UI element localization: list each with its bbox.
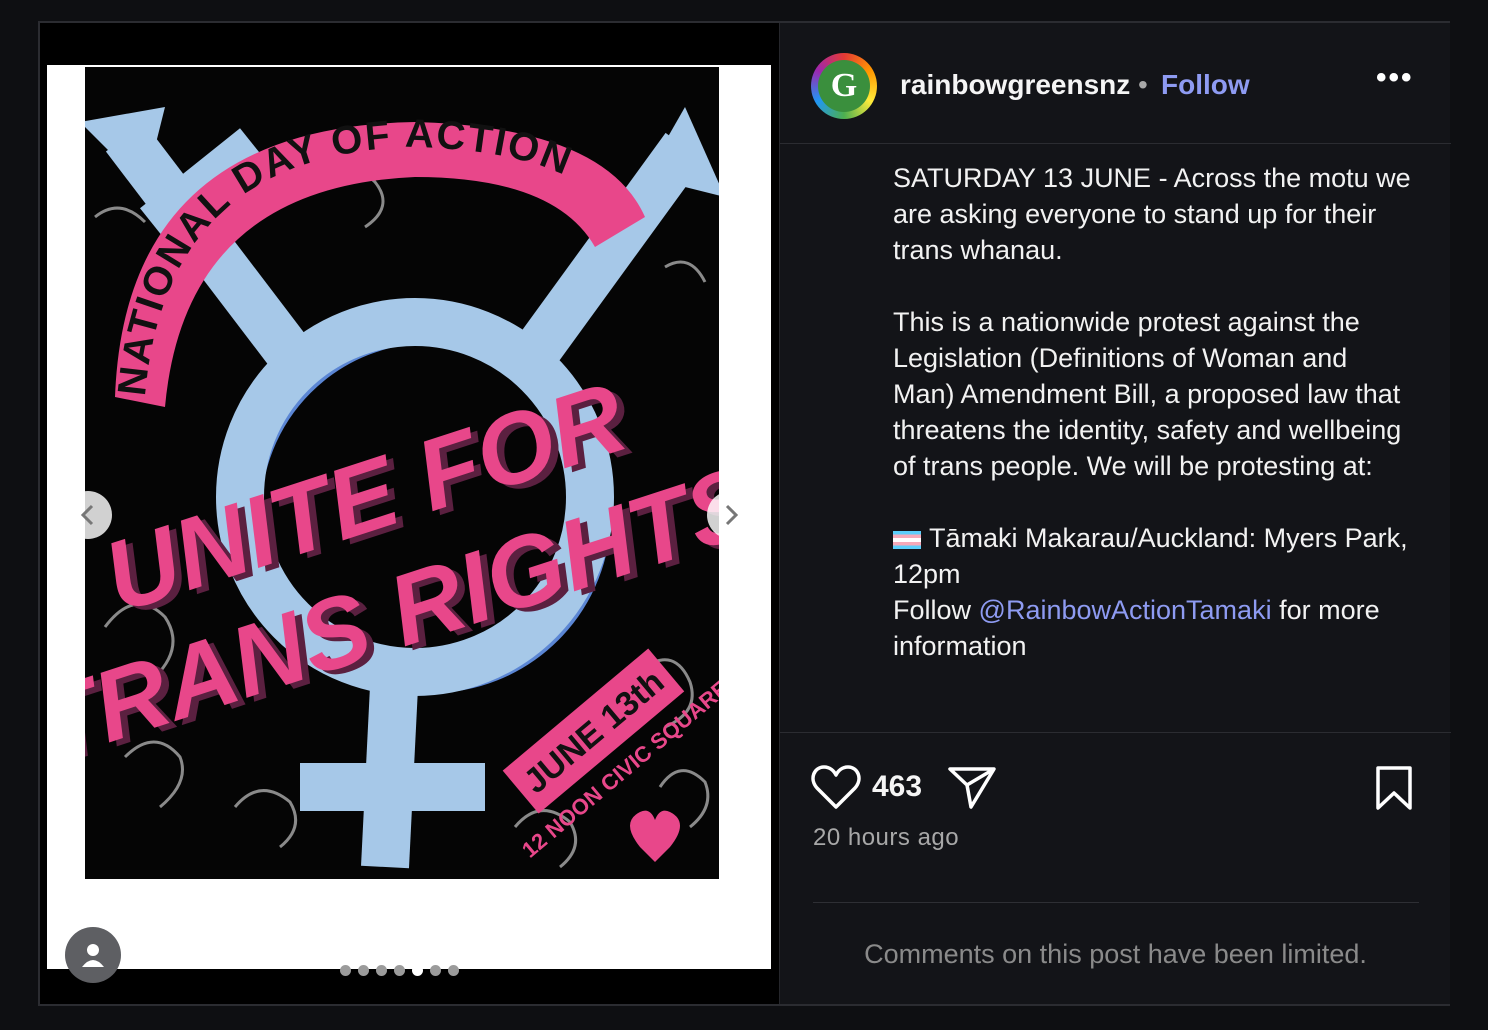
comments-limited-notice: Comments on this post have been limited. [864,939,1367,969]
username[interactable]: rainbowgreensnz [900,69,1130,101]
caption-paragraph-1: SATURDAY 13 JUNE - Across the motu we ar… [893,163,1411,265]
carousel-prev-button[interactable] [64,491,112,539]
post-caption: SATURDAY 13 JUNE - Across the motu we ar… [893,160,1413,664]
caption-follow-prefix: Follow [893,595,979,625]
divider [780,732,1451,733]
carousel-indicator [340,965,459,976]
carousel-dot [430,965,441,976]
follow-button[interactable]: Follow [1161,69,1250,101]
carousel-next-button[interactable] [707,491,755,539]
divider [813,902,1419,903]
post-media: NATIONAL DAY OF ACTION UNITE FOR UNITE F… [40,23,777,1004]
bookmark-icon[interactable] [1374,765,1414,811]
carousel-dot [340,965,351,976]
post-sidebar: G rainbowgreensnz • Follow ••• SATURDAY … [779,23,1451,1004]
caption-paragraph-2: This is a nationwide protest against the… [893,307,1402,481]
caption-follow-line: Follow @RainbowActionTamaki for more inf… [893,592,1413,664]
share-icon[interactable] [947,765,997,811]
user-icon [82,944,104,967]
post-header: G rainbowgreensnz • Follow ••• [780,23,1451,144]
poster-image: NATIONAL DAY OF ACTION UNITE FOR UNITE F… [85,67,719,879]
carousel-dot [448,965,459,976]
chevron-left-icon [80,504,94,526]
more-options-icon[interactable]: ••• [1376,61,1414,95]
avatar-logo: G [818,60,870,112]
chevron-right-icon [725,504,739,526]
avatar[interactable]: G [811,53,877,119]
carousel-dot [394,965,405,976]
caption-location: Tāmaki Makarau/Auckland: Myers Park, 12p… [893,520,1413,592]
tagged-people-button[interactable] [65,927,121,983]
trans-flag-icon [893,530,921,549]
like-count[interactable]: 463 [872,770,922,804]
caption-location-text: Tāmaki Makarau/Auckland: Myers Park, 12p… [893,523,1408,589]
carousel-dot [358,965,369,976]
post-timestamp: 20 hours ago [813,824,960,851]
mention-link[interactable]: @RainbowActionTamaki [979,595,1272,625]
header-separator: • [1138,69,1148,100]
instagram-post: NATIONAL DAY OF ACTION UNITE FOR UNITE F… [38,21,1451,1006]
carousel-dot [412,965,423,976]
carousel-dot [376,965,387,976]
heart-icon[interactable] [811,763,861,811]
